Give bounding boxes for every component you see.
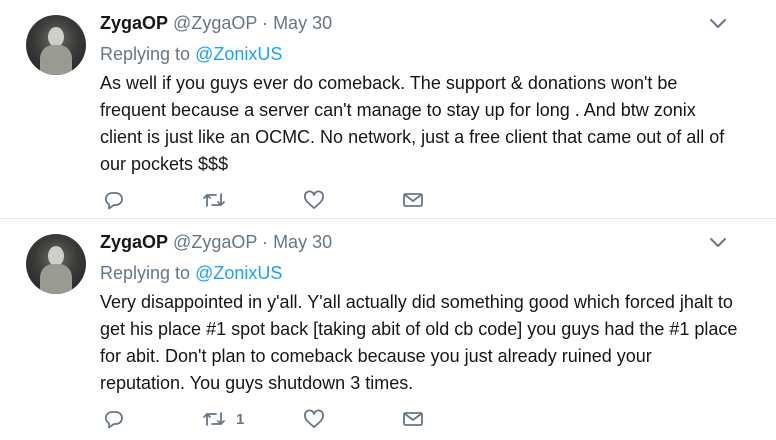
retweet-button[interactable]: 1 bbox=[202, 407, 244, 431]
tweet[interactable]: ZygaOP @ZygaOP · May 30 Replying to @Zon… bbox=[0, 0, 776, 219]
author-name[interactable]: ZygaOP bbox=[100, 232, 168, 252]
tweet-header: ZygaOP @ZygaOP · May 30 bbox=[100, 11, 740, 35]
reply-button[interactable] bbox=[104, 407, 124, 431]
message-button[interactable] bbox=[402, 188, 424, 212]
replying-to: Replying to @ZonixUS bbox=[100, 261, 740, 285]
author-handle[interactable]: @ZygaOP bbox=[173, 13, 257, 33]
heart-icon bbox=[303, 409, 325, 429]
tweet-content: ZygaOP @ZygaOP · May 30 Replying to @Zon… bbox=[100, 11, 740, 178]
replying-to-link[interactable]: @ZonixUS bbox=[195, 263, 282, 283]
replying-prefix: Replying to bbox=[100, 44, 191, 64]
action-bar bbox=[104, 188, 434, 212]
retweet-count: 1 bbox=[236, 410, 245, 428]
avatar-head bbox=[48, 27, 64, 47]
tweet-text: Very disappointed in y'all. Y'all actual… bbox=[100, 292, 738, 393]
avatar[interactable] bbox=[26, 234, 86, 294]
timestamp[interactable]: May 30 bbox=[273, 13, 332, 33]
reply-button[interactable] bbox=[104, 188, 124, 212]
separator-dot: · bbox=[262, 232, 269, 252]
avatar-body bbox=[40, 264, 72, 294]
like-button[interactable] bbox=[303, 188, 325, 212]
author-handle[interactable]: @ZygaOP bbox=[173, 232, 257, 252]
retweet-icon bbox=[202, 409, 226, 429]
envelope-icon bbox=[402, 190, 424, 210]
avatar-body bbox=[40, 45, 72, 75]
tweet-header: ZygaOP @ZygaOP · May 30 bbox=[100, 230, 740, 254]
envelope-icon bbox=[402, 409, 424, 429]
tweet[interactable]: ZygaOP @ZygaOP · May 30 Replying to @Zon… bbox=[0, 219, 776, 440]
tweet-text: As well if you guys ever do comeback. Th… bbox=[100, 73, 725, 174]
reply-icon bbox=[104, 190, 124, 210]
replying-to: Replying to @ZonixUS bbox=[100, 42, 740, 66]
reply-icon bbox=[104, 409, 124, 429]
replying-to-link[interactable]: @ZonixUS bbox=[195, 44, 282, 64]
retweet-icon bbox=[202, 190, 226, 210]
avatar[interactable] bbox=[26, 15, 86, 75]
author-name[interactable]: ZygaOP bbox=[100, 13, 168, 33]
message-button[interactable] bbox=[402, 407, 424, 431]
heart-icon bbox=[303, 190, 325, 210]
avatar-head bbox=[48, 246, 64, 266]
chevron-down-icon[interactable] bbox=[708, 235, 728, 251]
like-button[interactable] bbox=[303, 407, 325, 431]
action-bar: 1 bbox=[104, 407, 434, 431]
timestamp[interactable]: May 30 bbox=[273, 232, 332, 252]
separator-dot: · bbox=[262, 13, 269, 33]
retweet-button[interactable] bbox=[202, 188, 236, 212]
tweet-content: ZygaOP @ZygaOP · May 30 Replying to @Zon… bbox=[100, 230, 740, 397]
replying-prefix: Replying to bbox=[100, 263, 191, 283]
chevron-down-icon[interactable] bbox=[708, 16, 728, 32]
